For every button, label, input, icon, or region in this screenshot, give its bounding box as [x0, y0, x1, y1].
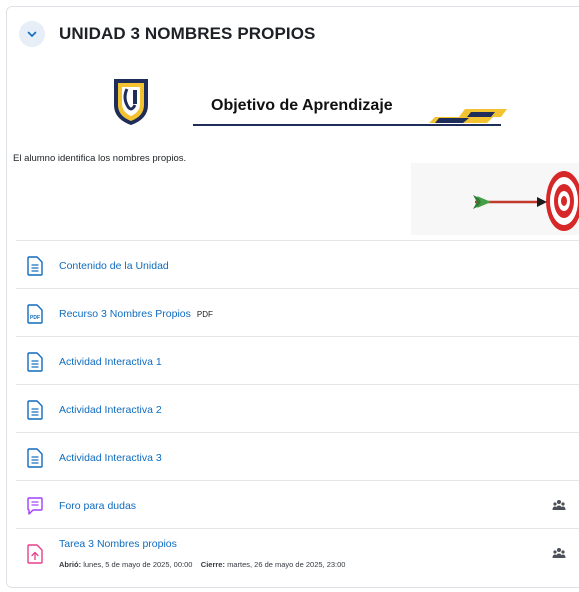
assignment-dates: Abrió: lunes, 5 de mayo de 2025, 00:00 C… — [59, 560, 345, 569]
school-shield-logo — [114, 79, 148, 125]
due-date: martes, 26 de mayo de 2025, 23:00 — [227, 560, 346, 569]
activity-link-text: Recurso 3 Nombres Propios — [59, 308, 191, 320]
page-icon — [27, 400, 43, 420]
assignment-upload-icon — [27, 544, 43, 564]
activity-item[interactable]: Actividad Interactiva 3 — [16, 432, 579, 480]
section-summary: El alumno identifica los nombres propios… — [13, 153, 187, 164]
activity-link[interactable]: Actividad Interactiva 2 — [59, 404, 162, 416]
chevron-down-icon — [27, 31, 37, 37]
activity-item[interactable]: PDF Recurso 3 Nombres Propios PDF — [16, 288, 579, 336]
pdf-file-icon: PDF — [27, 304, 43, 324]
activity-link[interactable]: Tarea 3 Nombres propios — [59, 538, 177, 550]
activity-link[interactable]: Actividad Interactiva 3 — [59, 452, 162, 464]
activity-link[interactable]: Foro para dudas — [59, 500, 136, 512]
page-icon — [27, 448, 43, 468]
target-arrow-image — [411, 163, 579, 235]
activity-link[interactable]: Recurso 3 Nombres Propios PDF — [59, 308, 213, 320]
groups-icon — [552, 500, 566, 510]
activity-list: Contenido de la Unidad PDF Recurso 3 Nom… — [16, 240, 579, 576]
learning-objective-banner: Objetivo de Aprendizaje — [107, 75, 507, 137]
page-icon — [27, 256, 43, 276]
activity-item[interactable]: Foro para dudas — [16, 480, 579, 528]
activity-item[interactable]: Actividad Interactiva 2 — [16, 384, 579, 432]
activity-item[interactable]: Actividad Interactiva 1 — [16, 336, 579, 384]
collapse-section-button[interactable] — [19, 21, 45, 47]
section-title: UNIDAD 3 NOMBRES PROPIOS — [59, 24, 316, 43]
activity-link[interactable]: Contenido de la Unidad — [59, 260, 169, 272]
banner-title: Objetivo de Aprendizaje — [211, 97, 393, 114]
activity-item[interactable]: Contenido de la Unidad — [16, 240, 579, 288]
due-label: Cierre: — [200, 560, 225, 569]
activity-item[interactable]: Tarea 3 Nombres propios Abrió: lunes, 5 … — [16, 528, 579, 576]
page-icon — [27, 352, 43, 372]
file-type-badge: PDF — [196, 310, 213, 319]
banner-stripes-decoration — [429, 109, 507, 123]
activity-link[interactable]: Actividad Interactiva 1 — [59, 356, 162, 368]
section-header: UNIDAD 3 NOMBRES PROPIOS — [19, 21, 316, 47]
opened-date: lunes, 5 de mayo de 2025, 00:00 — [83, 560, 193, 569]
svg-text:PDF: PDF — [30, 315, 40, 321]
forum-icon — [27, 497, 43, 515]
groups-icon — [552, 548, 566, 558]
opened-label: Abrió: — [59, 560, 82, 569]
